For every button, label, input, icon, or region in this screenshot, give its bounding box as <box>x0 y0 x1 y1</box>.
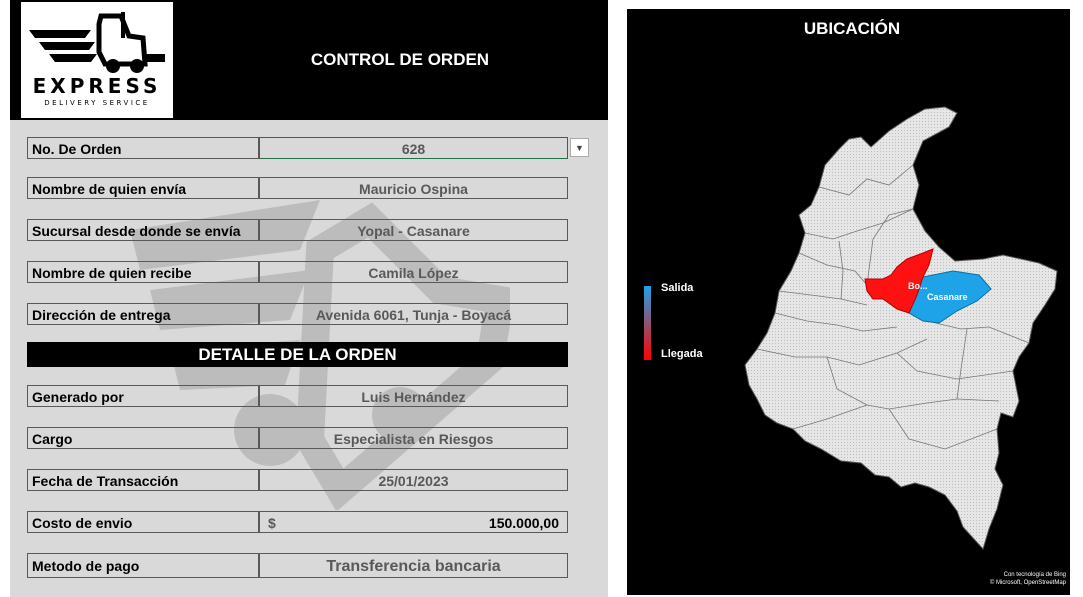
chevron-down-icon[interactable]: ▼ <box>570 138 589 157</box>
cost-currency: $ <box>268 515 276 531</box>
branch-label: Sucursal desde donde se envía <box>27 219 259 241</box>
role-value: Especialista en Riesgos <box>259 427 568 449</box>
cost-amount: 150.000,00 <box>488 515 559 531</box>
company-logo: EXPRESS DELIVERY SERVICE <box>21 2 173 118</box>
address-value: Avenida 6061, Tunja - Boyacá <box>259 303 568 325</box>
region-label-boyaca: Bo... <box>908 281 928 291</box>
cost-value: $ 150.000,00 <box>259 511 568 533</box>
colombia-map[interactable]: Casanare Bo... <box>627 9 1070 595</box>
map-credit-line2: © Microsoft, OpenStreetMap <box>989 580 1066 586</box>
map-panel[interactable]: UBICACIÓN Casanare Bo... Salida Llegada … <box>627 9 1070 595</box>
cost-label: Costo de envio <box>27 511 259 533</box>
address-label: Dirección de entrega <box>27 303 259 325</box>
branch-value: Yopal - Casanare <box>259 219 568 241</box>
legend-end-label: Llegada <box>661 348 703 360</box>
role-label: Cargo <box>27 427 259 449</box>
generated-by-label: Generado por <box>27 385 259 407</box>
sender-label: Nombre de quien envía <box>27 177 259 199</box>
date-value: 25/01/2023 <box>259 469 568 491</box>
order-no-label: No. De Orden <box>27 137 259 159</box>
payment-label: Metodo de pago <box>27 553 259 578</box>
generated-by-value: Luis Hernández <box>259 385 568 407</box>
section-title: DETALLE DE LA ORDEN <box>27 342 568 367</box>
legend-start-label: Salida <box>661 282 694 294</box>
receiver-value: Camila López <box>259 261 568 283</box>
country-shape <box>744 106 1058 550</box>
date-label: Fecha de Transacción <box>27 469 259 491</box>
legend-gradient <box>644 286 651 360</box>
header-band: EXPRESS DELIVERY SERVICE CONTROL DE ORDE… <box>10 0 608 120</box>
logo-title: EXPRESS <box>32 74 162 98</box>
truck-logo-icon <box>29 12 165 73</box>
page-title: CONTROL DE ORDEN <box>310 50 490 69</box>
region-label-casanare: Casanare <box>927 292 968 302</box>
logo-subtitle: DELIVERY SERVICE <box>44 99 150 107</box>
receiver-label: Nombre de quien recibe <box>27 261 259 283</box>
sender-value: Mauricio Ospina <box>259 177 568 199</box>
order-no-select[interactable]: 628 <box>259 137 568 159</box>
map-credit: Con tecnología de Bing © Microsoft, Open… <box>990 571 1066 587</box>
payment-value: Transferencia bancaria <box>259 553 568 578</box>
order-panel: EXPRESS DELIVERY SERVICE CONTROL DE ORDE… <box>10 0 608 597</box>
map-credit-line1: Con tecnología de Bing <box>1003 572 1066 578</box>
